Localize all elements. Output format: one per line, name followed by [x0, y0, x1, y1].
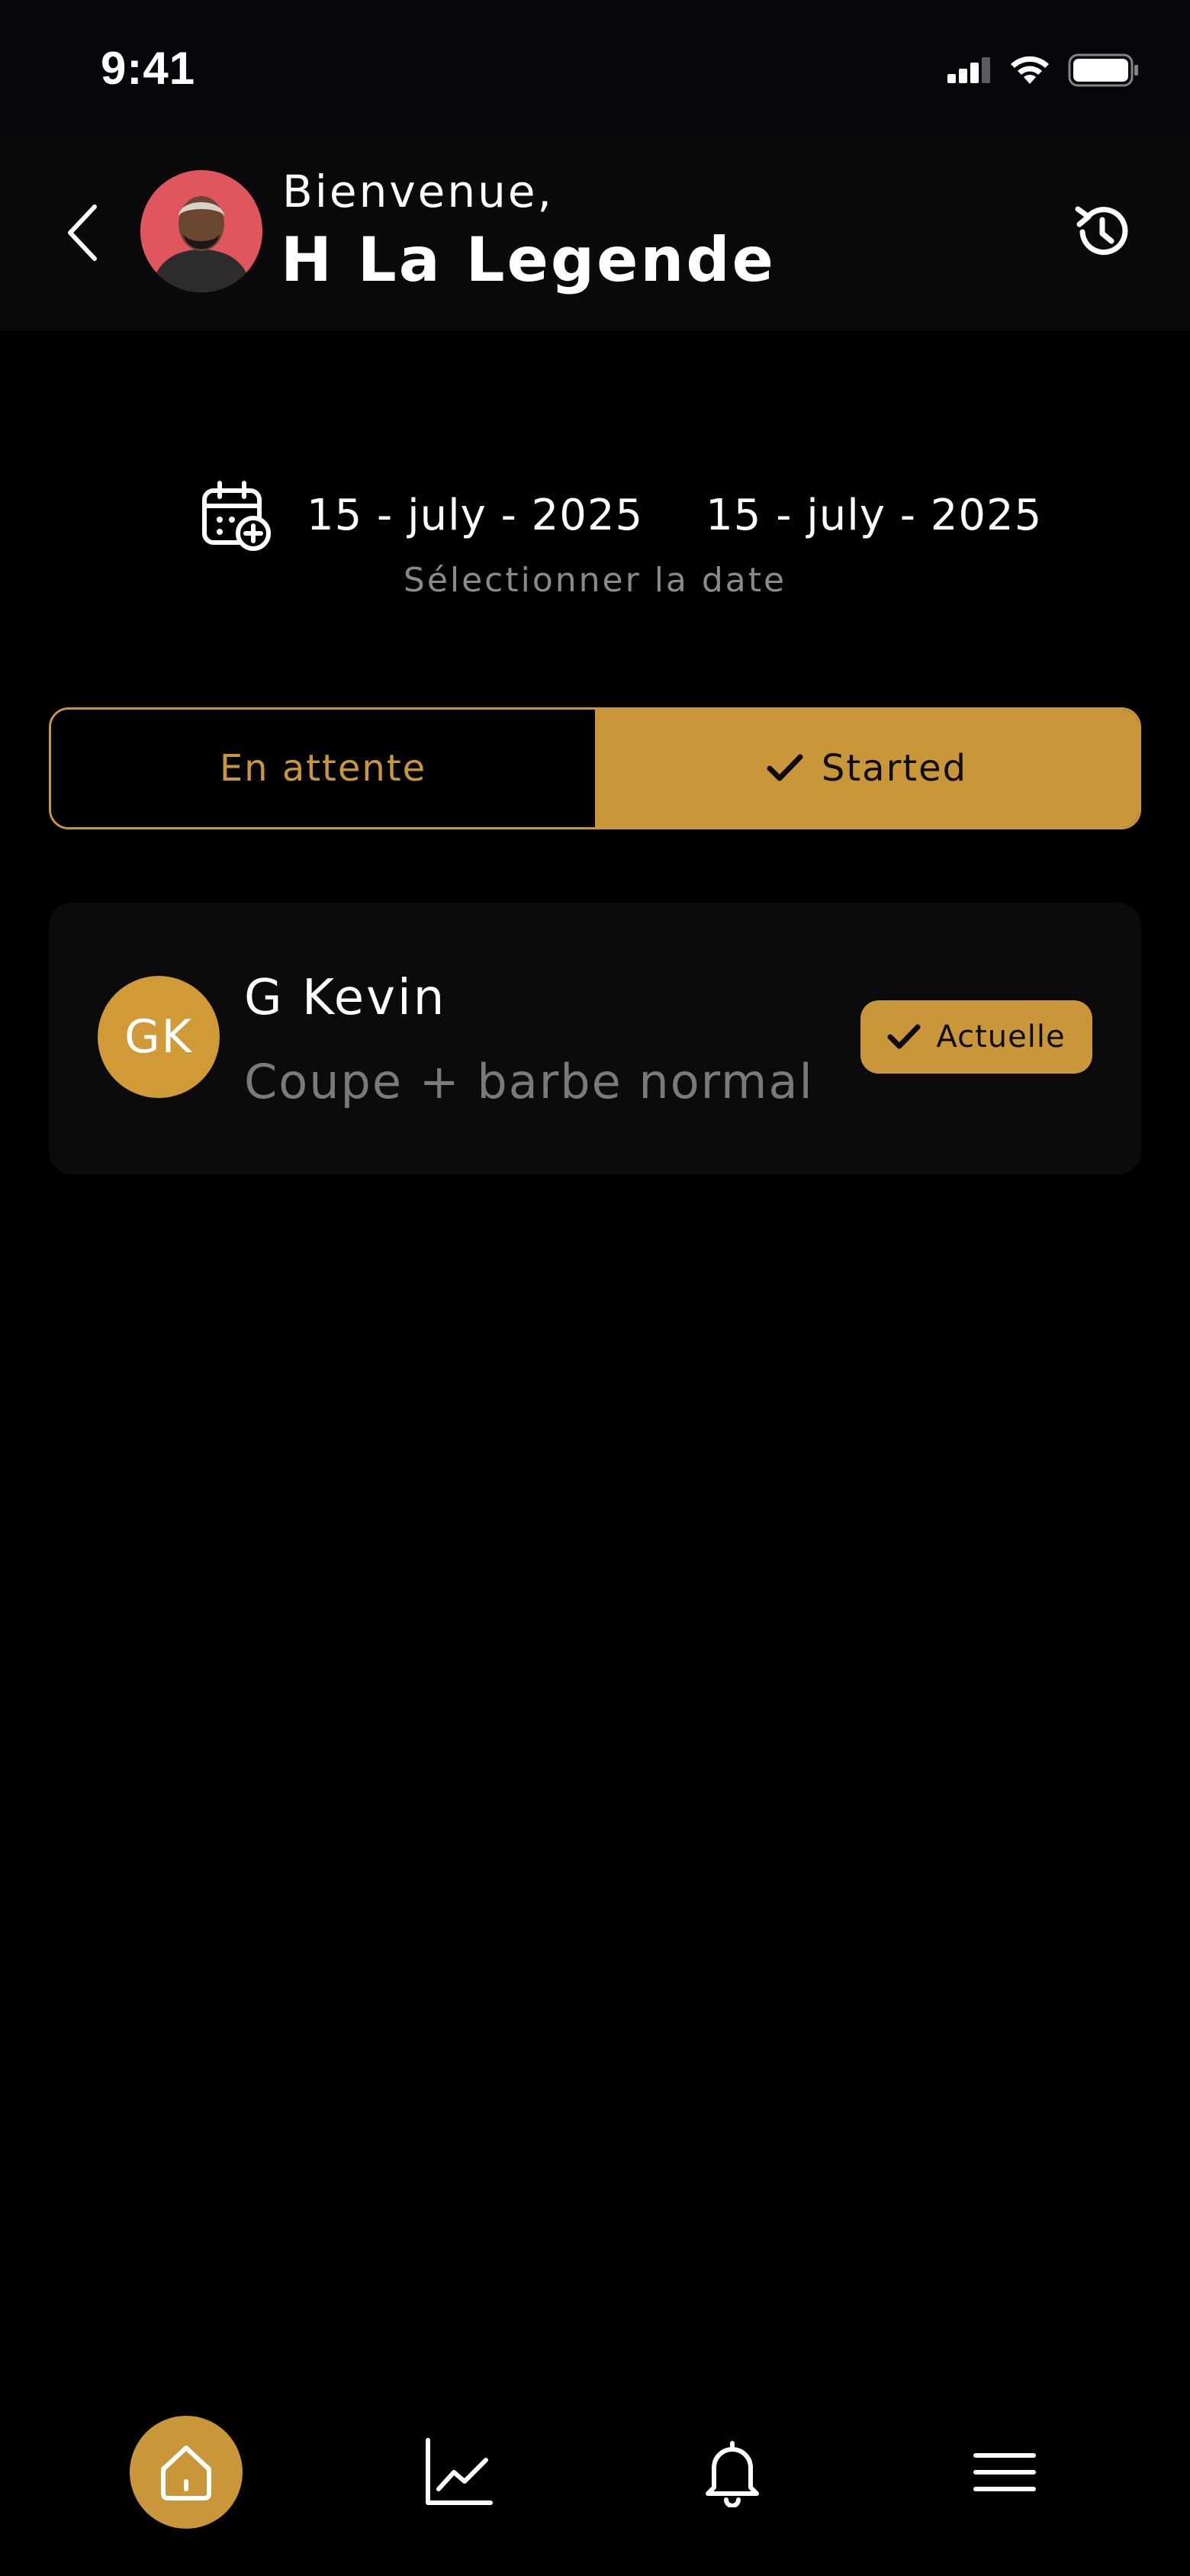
nav-notifications[interactable]: [676, 2416, 789, 2529]
tab-waiting-label: En attente: [219, 747, 427, 790]
history-button[interactable]: [1060, 190, 1144, 274]
avatar[interactable]: [140, 170, 262, 292]
nav-menu[interactable]: [948, 2416, 1061, 2529]
tab-waiting[interactable]: En attente: [51, 710, 595, 827]
status-badge: Actuelle: [860, 1000, 1092, 1074]
status-icons: [947, 49, 1140, 92]
nav-stats[interactable]: [402, 2416, 515, 2529]
appointment-card[interactable]: GK G Kevin Coupe + barbe normal Actuelle: [49, 903, 1141, 1174]
home-icon: [161, 2446, 211, 2500]
status-badge-label: Actuelle: [936, 1019, 1066, 1055]
service-name: Coupe + barbe normal: [244, 1054, 814, 1109]
tab-started[interactable]: Started: [595, 710, 1139, 827]
history-icon: [1075, 206, 1128, 256]
client-initials-avatar: GK: [98, 976, 220, 1098]
greeting-text: Bienvenue,: [282, 166, 554, 217]
avatar-photo: [140, 170, 262, 292]
wifi-icon: [1011, 56, 1049, 84]
signal-icon: [947, 57, 990, 83]
check-icon: [887, 1024, 921, 1049]
chart-icon: [426, 2438, 493, 2505]
bell-icon: [706, 2441, 759, 2507]
end-date[interactable]: 15 - july - 2025: [706, 491, 1042, 540]
client-name: G Kevin: [244, 970, 447, 1026]
start-date[interactable]: 15 - july - 2025: [307, 491, 643, 540]
status-time: 9:41: [101, 43, 196, 94]
status-bar: 9:41: [0, 0, 1190, 134]
date-range-selector[interactable]: 15 - july - 2025 15 - july - 2025: [200, 477, 1042, 553]
date-select-label: Sélectionner la date: [403, 561, 787, 600]
calendar-add-icon[interactable]: [200, 478, 273, 552]
battery-icon: [1068, 53, 1138, 87]
user-name: H La Legende: [281, 224, 776, 295]
bottom-navigation: [0, 2416, 1190, 2529]
chevron-left-icon: [68, 204, 97, 261]
nav-home[interactable]: [130, 2416, 243, 2529]
status-tabs: En attente Started: [49, 707, 1141, 829]
back-button[interactable]: [55, 196, 110, 269]
check-icon: [767, 754, 803, 781]
app-header: Bienvenue, H La Legende: [0, 134, 1190, 330]
tab-started-label: Started: [821, 747, 968, 790]
menu-icon: [973, 2453, 1036, 2491]
